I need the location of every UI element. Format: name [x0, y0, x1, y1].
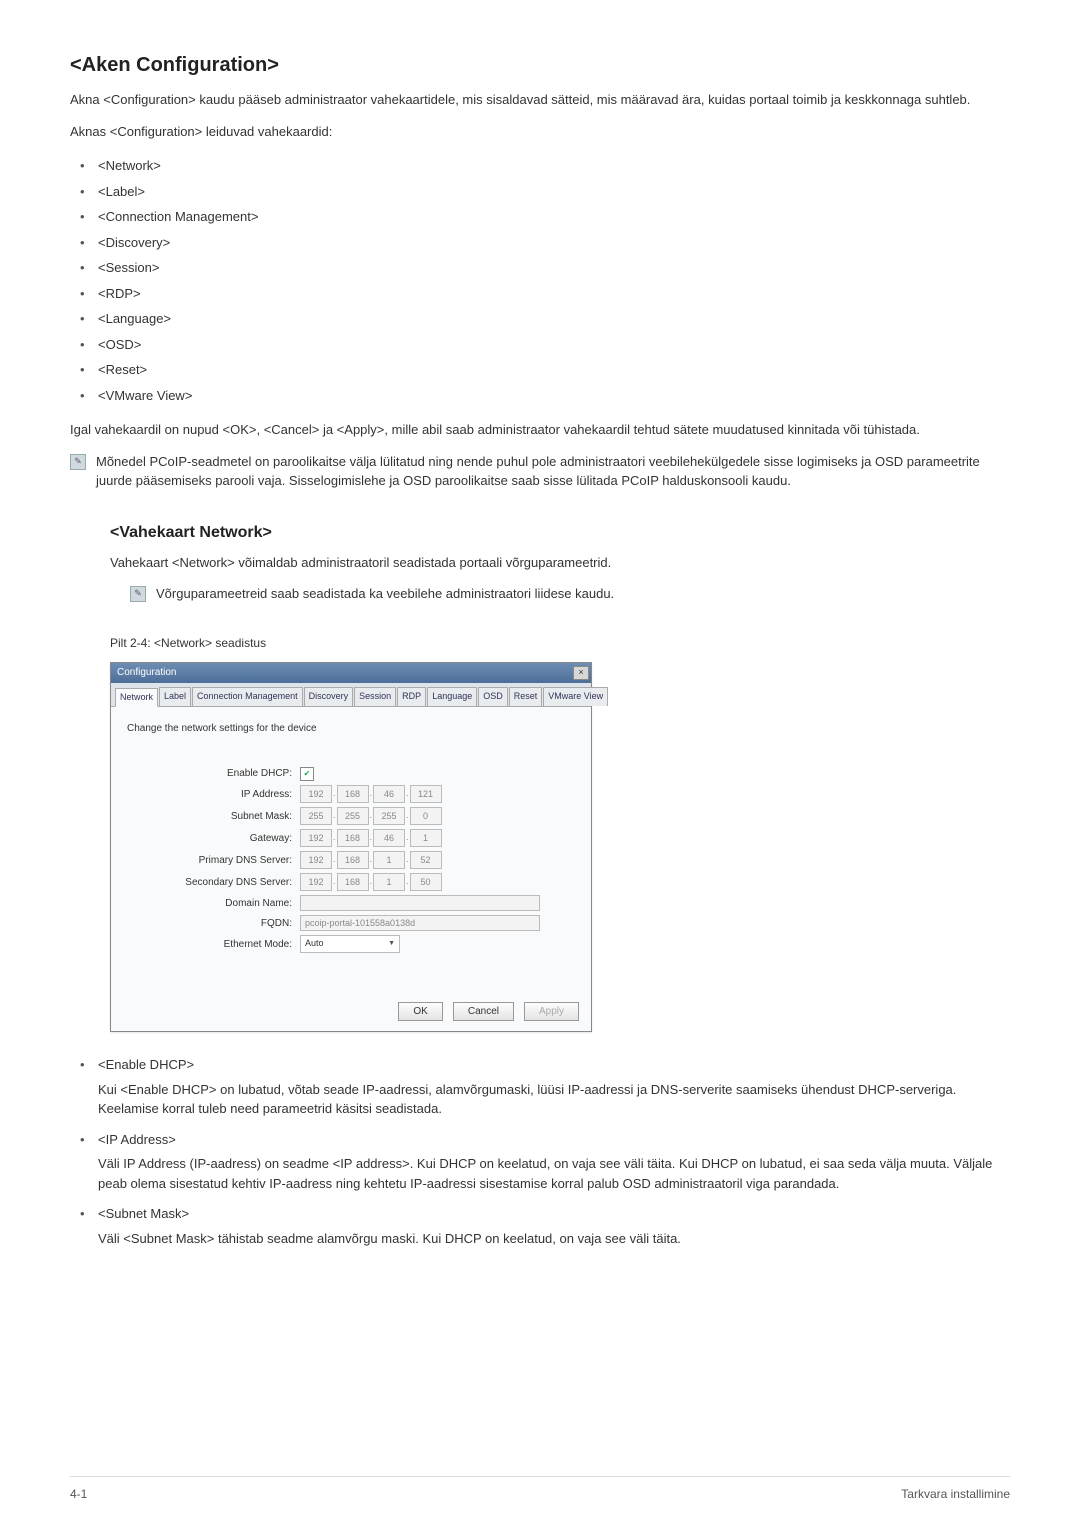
gateway-octet-1[interactable] [300, 829, 332, 847]
sdns-octet-1[interactable] [300, 873, 332, 891]
tab-discovery[interactable]: Discovery [304, 687, 354, 707]
figure-caption: Pilt 2-4: <Network> seadistus [110, 634, 1010, 652]
list-item: <Discovery> [70, 230, 1010, 256]
ip-octet-3[interactable] [373, 785, 405, 803]
page-number: 4-1 [70, 1485, 87, 1503]
sdns-octet-4[interactable] [410, 873, 442, 891]
window-titlebar: Configuration × [111, 663, 591, 683]
subnet-mask-def-title: <Subnet Mask> [98, 1206, 189, 1221]
tab-connection-management[interactable]: Connection Management [192, 687, 303, 707]
apply-note: Igal vahekaardil on nupud <OK>, <Cancel>… [70, 420, 1010, 440]
list-item: <RDP> [70, 281, 1010, 307]
ip-address-def-text: Väli IP Address (IP-aadress) on seadme <… [98, 1154, 1010, 1193]
tab-network[interactable]: Network [115, 688, 158, 708]
enable-dhcp-checkbox[interactable]: ✔ [300, 767, 314, 781]
list-item: <Session> [70, 255, 1010, 281]
list-item: <OSD> [70, 332, 1010, 358]
list-item: <Reset> [70, 357, 1010, 383]
list-item: <Enable DHCP> [70, 1052, 1010, 1078]
definitions-list: <Enable DHCP> Kui <Enable DHCP> on lubat… [70, 1052, 1010, 1248]
gateway-octet-4[interactable] [410, 829, 442, 847]
primary-dns-label: Primary DNS Server: [127, 853, 300, 868]
tab-reset[interactable]: Reset [509, 687, 543, 707]
ip-octet-1[interactable] [300, 785, 332, 803]
apply-button[interactable]: Apply [524, 1002, 579, 1021]
ethernet-mode-value: Auto [305, 937, 324, 951]
intro-paragraph: Akna <Configuration> kaudu pääseb admini… [70, 90, 1010, 110]
gateway-octet-3[interactable] [373, 829, 405, 847]
tab-language[interactable]: Language [427, 687, 477, 707]
ip-octet-2[interactable] [337, 785, 369, 803]
list-item: <Label> [70, 179, 1010, 205]
info-note: Mõnedel PCoIP-seadmetel on paroolikaitse… [96, 452, 1010, 491]
list-item: <IP Address> [70, 1127, 1010, 1153]
window-title: Configuration [117, 665, 176, 680]
page-title: <Aken Configuration> [70, 50, 1010, 80]
subnet-mask-label: Subnet Mask: [127, 809, 300, 824]
ip-address-def-title: <IP Address> [98, 1132, 176, 1147]
gateway-label: Gateway: [127, 831, 300, 846]
list-item: <Network> [70, 153, 1010, 179]
enable-dhcp-def-text: Kui <Enable DHCP> on lubatud, võtab sead… [98, 1080, 1010, 1119]
gateway-octet-2[interactable] [337, 829, 369, 847]
tab-osd[interactable]: OSD [478, 687, 508, 707]
network-note: Võrguparameetreid saab seadistada ka vee… [156, 584, 614, 604]
pdns-octet-3[interactable] [373, 851, 405, 869]
tabs-intro: Aknas <Configuration> leiduvad vahekaard… [70, 122, 1010, 142]
subnet-octet-3[interactable] [373, 807, 405, 825]
tab-description: Change the network settings for the devi… [127, 721, 575, 736]
domain-name-input[interactable] [300, 895, 540, 911]
enable-dhcp-def-title: <Enable DHCP> [98, 1057, 194, 1072]
sdns-octet-2[interactable] [337, 873, 369, 891]
tab-label[interactable]: Label [159, 687, 191, 707]
footer-title: Tarkvara installimine [901, 1485, 1010, 1503]
ip-octet-4[interactable] [410, 785, 442, 803]
pdns-octet-1[interactable] [300, 851, 332, 869]
sdns-octet-3[interactable] [373, 873, 405, 891]
subnet-octet-1[interactable] [300, 807, 332, 825]
subnet-octet-4[interactable] [410, 807, 442, 825]
network-tab-heading: <Vahekaart Network> [110, 521, 1010, 545]
fqdn-input[interactable] [300, 915, 540, 931]
tab-session[interactable]: Session [354, 687, 396, 707]
enable-dhcp-label: Enable DHCP: [127, 766, 300, 781]
subnet-octet-2[interactable] [337, 807, 369, 825]
page-footer: 4-1 Tarkvara installimine [70, 1476, 1010, 1503]
ok-button[interactable]: OK [398, 1002, 442, 1021]
close-icon[interactable]: × [573, 666, 589, 680]
pdns-octet-4[interactable] [410, 851, 442, 869]
list-item: <Language> [70, 306, 1010, 332]
list-item: <VMware View> [70, 383, 1010, 409]
chevron-down-icon: ▼ [388, 939, 395, 950]
ip-address-label: IP Address: [127, 787, 300, 802]
tabs-list: <Network> <Label> <Connection Management… [70, 153, 1010, 408]
domain-name-label: Domain Name: [127, 896, 300, 911]
network-tab-intro: Vahekaart <Network> võimaldab administra… [110, 553, 1010, 573]
tab-vmware-view[interactable]: VMware View [543, 687, 608, 707]
tab-rdp[interactable]: RDP [397, 687, 426, 707]
list-item: <Connection Management> [70, 204, 1010, 230]
note-icon: ✎ [70, 454, 86, 470]
list-item: <Subnet Mask> [70, 1201, 1010, 1227]
cancel-button[interactable]: Cancel [453, 1002, 514, 1021]
note-icon: ✎ [130, 586, 146, 602]
pdns-octet-2[interactable] [337, 851, 369, 869]
secondary-dns-label: Secondary DNS Server: [127, 875, 300, 890]
fqdn-label: FQDN: [127, 916, 300, 931]
ethernet-mode-select[interactable]: Auto ▼ [300, 935, 400, 953]
ethernet-mode-label: Ethernet Mode: [127, 937, 300, 952]
config-window: Configuration × Network Label Connection… [110, 662, 592, 1033]
tab-bar: Network Label Connection Management Disc… [111, 683, 591, 708]
subnet-mask-def-text: Väli <Subnet Mask> tähistab seadme alamv… [98, 1229, 1010, 1249]
